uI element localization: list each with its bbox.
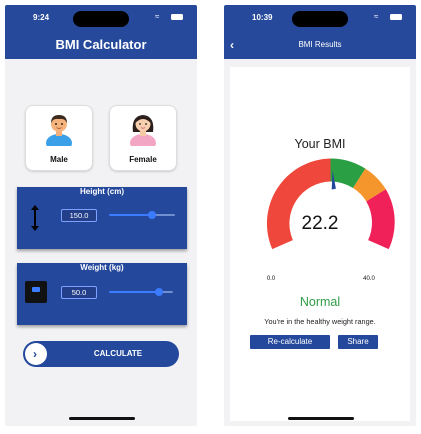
recalculate-button[interactable]: Re-calculate	[250, 335, 330, 349]
dynamic-island	[73, 11, 129, 27]
status-time: 10:39	[252, 13, 273, 22]
bmi-value: 22.2	[302, 213, 339, 234]
dynamic-island	[292, 11, 348, 27]
calculate-circle: ›	[25, 343, 47, 365]
weight-panel: Weight (kg) 50.0	[17, 263, 187, 325]
height-value[interactable]: 150.0	[61, 209, 97, 222]
app-bar: BMI Calculator	[5, 31, 197, 59]
gauge-min-label: 0.0	[267, 276, 276, 282]
wifi-icon: ≈	[155, 12, 160, 21]
status-time: 9:24	[33, 13, 50, 22]
system-icons: ≈	[155, 13, 183, 21]
share-button[interactable]: Share	[338, 335, 378, 349]
gender-card-male[interactable]: Male	[25, 105, 93, 171]
weight-scale-icon	[25, 281, 47, 303]
system-icons: ≈	[374, 13, 402, 21]
bmi-description: You're in the healthy weight range.	[264, 317, 376, 326]
chevron-right-icon: ›	[33, 347, 37, 361]
height-slider-active	[109, 214, 151, 216]
weight-slider-thumb[interactable]	[155, 288, 163, 296]
height-slider-thumb[interactable]	[148, 211, 156, 219]
height-panel: Height (cm) 150.0	[17, 187, 187, 249]
bmi-gauge: 22.2 0.0 40.0	[266, 158, 395, 282]
results-screen: 10:39 ≈ ‹ BMI Results Your BMI 22.2 0.0 …	[224, 5, 416, 426]
gauge-max-label: 40.0	[363, 276, 375, 282]
weight-title: Weight (kg)	[80, 263, 124, 272]
weight-slider-active	[109, 291, 159, 293]
calculator-screen: 9:24 ≈ BMI Calculator Male Female Height…	[5, 5, 197, 426]
male-avatar-icon	[46, 115, 72, 146]
home-indicator	[288, 417, 354, 420]
battery-icon	[171, 14, 183, 20]
page-title: BMI Calculator	[55, 37, 147, 52]
gauge-segment-underweight	[266, 158, 331, 250]
gender-card-female[interactable]: Female	[109, 105, 177, 171]
results-card: Your BMI 22.2 0.0 40.0 Normal You're in …	[230, 67, 410, 421]
wifi-icon: ≈	[374, 12, 379, 21]
male-label: Male	[50, 155, 68, 164]
battery-icon	[390, 14, 402, 20]
home-indicator	[69, 417, 135, 420]
bmi-category: Normal	[299, 295, 341, 309]
height-title: Height (cm)	[80, 187, 124, 196]
weight-value[interactable]: 50.0	[61, 286, 97, 299]
vertical-resize-icon	[31, 205, 39, 231]
status-bar: 9:24 ≈	[5, 5, 197, 31]
female-avatar-icon	[130, 115, 156, 146]
page-title: BMI Results	[298, 40, 342, 49]
status-bar: 10:39 ≈	[224, 5, 416, 31]
app-bar: ‹ BMI Results	[224, 31, 416, 59]
calculate-label: CALCULATE	[93, 349, 143, 358]
chevron-left-icon[interactable]: ‹	[230, 31, 234, 59]
female-label: Female	[129, 155, 157, 164]
calculate-button[interactable]: › CALCULATE	[23, 341, 179, 367]
